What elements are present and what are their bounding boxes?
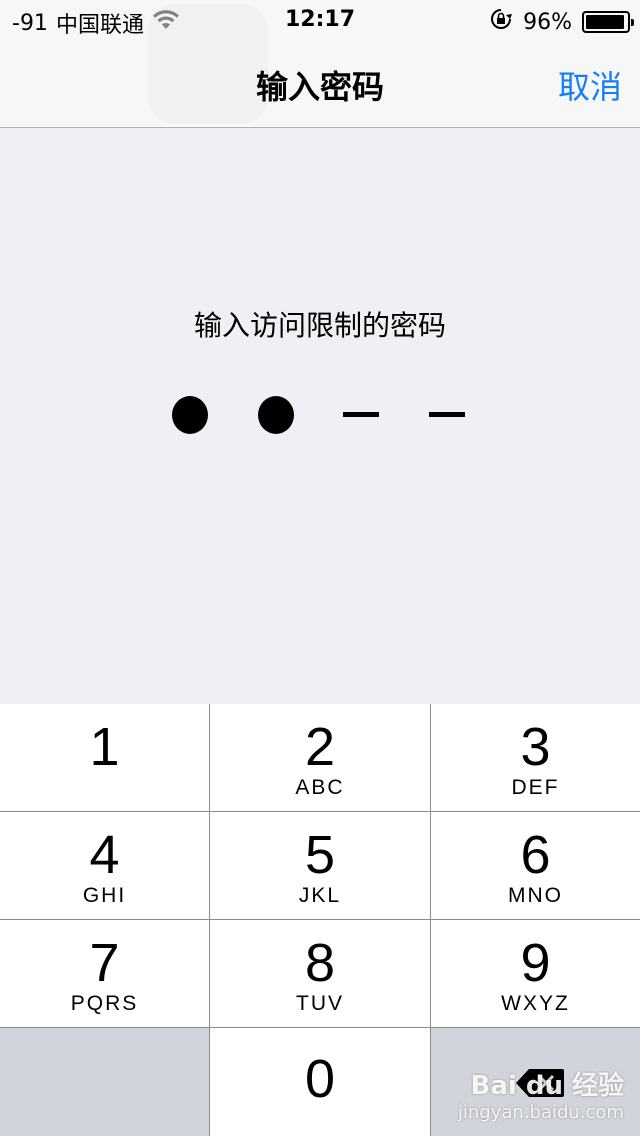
key-1[interactable]: 1 bbox=[0, 704, 210, 812]
battery-icon bbox=[582, 11, 634, 33]
cancel-button[interactable]: 取消 bbox=[558, 62, 622, 108]
key-letters: PQRS bbox=[70, 992, 139, 1015]
key-blank bbox=[0, 1028, 210, 1136]
key-letters: TUV bbox=[296, 992, 344, 1015]
key-6[interactable]: 6 MNO bbox=[431, 812, 640, 920]
key-digit: 6 bbox=[520, 825, 551, 885]
key-digit: 1 bbox=[89, 717, 120, 777]
status-right: 96% bbox=[489, 7, 634, 37]
key-letters: WXYZ bbox=[501, 992, 570, 1015]
navigation-bar: 输入密码 取消 bbox=[0, 4, 640, 128]
battery-fill bbox=[586, 15, 625, 29]
key-3[interactable]: 3 DEF bbox=[431, 704, 640, 812]
key-letters: DEF bbox=[511, 776, 560, 799]
key-digit: 5 bbox=[304, 825, 336, 885]
watermark-brand: Bai du 经验 bbox=[470, 1071, 625, 1102]
passcode-dot-empty bbox=[429, 395, 467, 435]
passcode-dot-empty bbox=[343, 395, 381, 435]
key-letters: MNO bbox=[508, 884, 563, 907]
key-digit: 7 bbox=[89, 933, 120, 993]
key-letters: ABC bbox=[295, 776, 345, 799]
delete-key[interactable]: Bai du 经验 jingyan.baidu.com bbox=[431, 1028, 640, 1136]
key-5[interactable]: 5 JKL bbox=[210, 812, 431, 920]
passcode-indicator bbox=[0, 395, 640, 435]
status-bar: -91 中国联通 12:17 96% bbox=[0, 0, 640, 40]
key-7[interactable]: 7 PQRS bbox=[0, 920, 210, 1028]
rotation-lock-icon bbox=[489, 7, 513, 37]
battery-percent: 96% bbox=[523, 9, 572, 35]
key-digit: 4 bbox=[89, 825, 120, 885]
passcode-dot-filled bbox=[257, 395, 295, 435]
key-digit: 8 bbox=[304, 933, 336, 993]
page-title: 输入密码 bbox=[255, 68, 384, 106]
passcode-dot-filled bbox=[171, 395, 209, 435]
key-2[interactable]: 2 ABC bbox=[210, 704, 431, 812]
number-keypad: 1 2 ABC 3 DEF 4 GHI 5 JKL 6 MNO 7 PQRS 8 TUV 9 WXYZ 0 Bai … bbox=[0, 704, 640, 1136]
key-digit: 9 bbox=[520, 933, 551, 993]
key-digit: 0 bbox=[304, 1049, 336, 1109]
key-digit: 2 bbox=[304, 717, 336, 777]
key-9[interactable]: 9 WXYZ bbox=[431, 920, 640, 1028]
key-4[interactable]: 4 GHI bbox=[0, 812, 210, 920]
key-letters: JKL bbox=[298, 884, 342, 907]
passcode-prompt: 输入访问限制的密码 bbox=[193, 309, 446, 342]
key-8[interactable]: 8 TUV bbox=[210, 920, 431, 1028]
baidu-watermark: Bai du 经验 jingyan.baidu.com bbox=[458, 1071, 624, 1124]
key-digit: 3 bbox=[520, 717, 551, 777]
watermark-url: jingyan.baidu.com bbox=[457, 1102, 624, 1124]
key-letters: GHI bbox=[82, 884, 127, 907]
key-0[interactable]: 0 bbox=[210, 1028, 431, 1136]
